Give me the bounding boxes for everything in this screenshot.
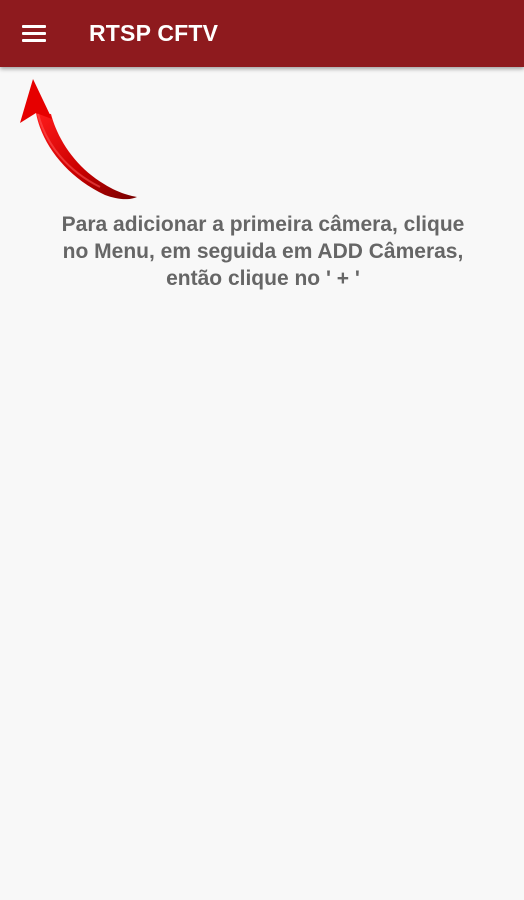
curved-arrow-icon [20, 79, 137, 200]
curved-arrow-head [20, 79, 52, 123]
app-screen: RTSP CFTV Para adicionar a primeira câme… [0, 0, 524, 900]
menu-button[interactable] [10, 10, 58, 56]
menu-icon-line-top [22, 25, 46, 28]
curved-arrow-body [36, 113, 137, 200]
main-content: Para adicionar a primeira câmera, clique… [0, 67, 524, 900]
hamburger-menu-icon [22, 24, 46, 42]
app-title: RTSP CFTV [89, 20, 219, 46]
menu-icon-line-middle [22, 32, 46, 35]
menu-icon-line-bottom [22, 39, 46, 42]
first-camera-instruction: Para adicionar a primeira câmera, clique… [61, 213, 465, 290]
top-app-bar: RTSP CFTV [0, 0, 524, 67]
